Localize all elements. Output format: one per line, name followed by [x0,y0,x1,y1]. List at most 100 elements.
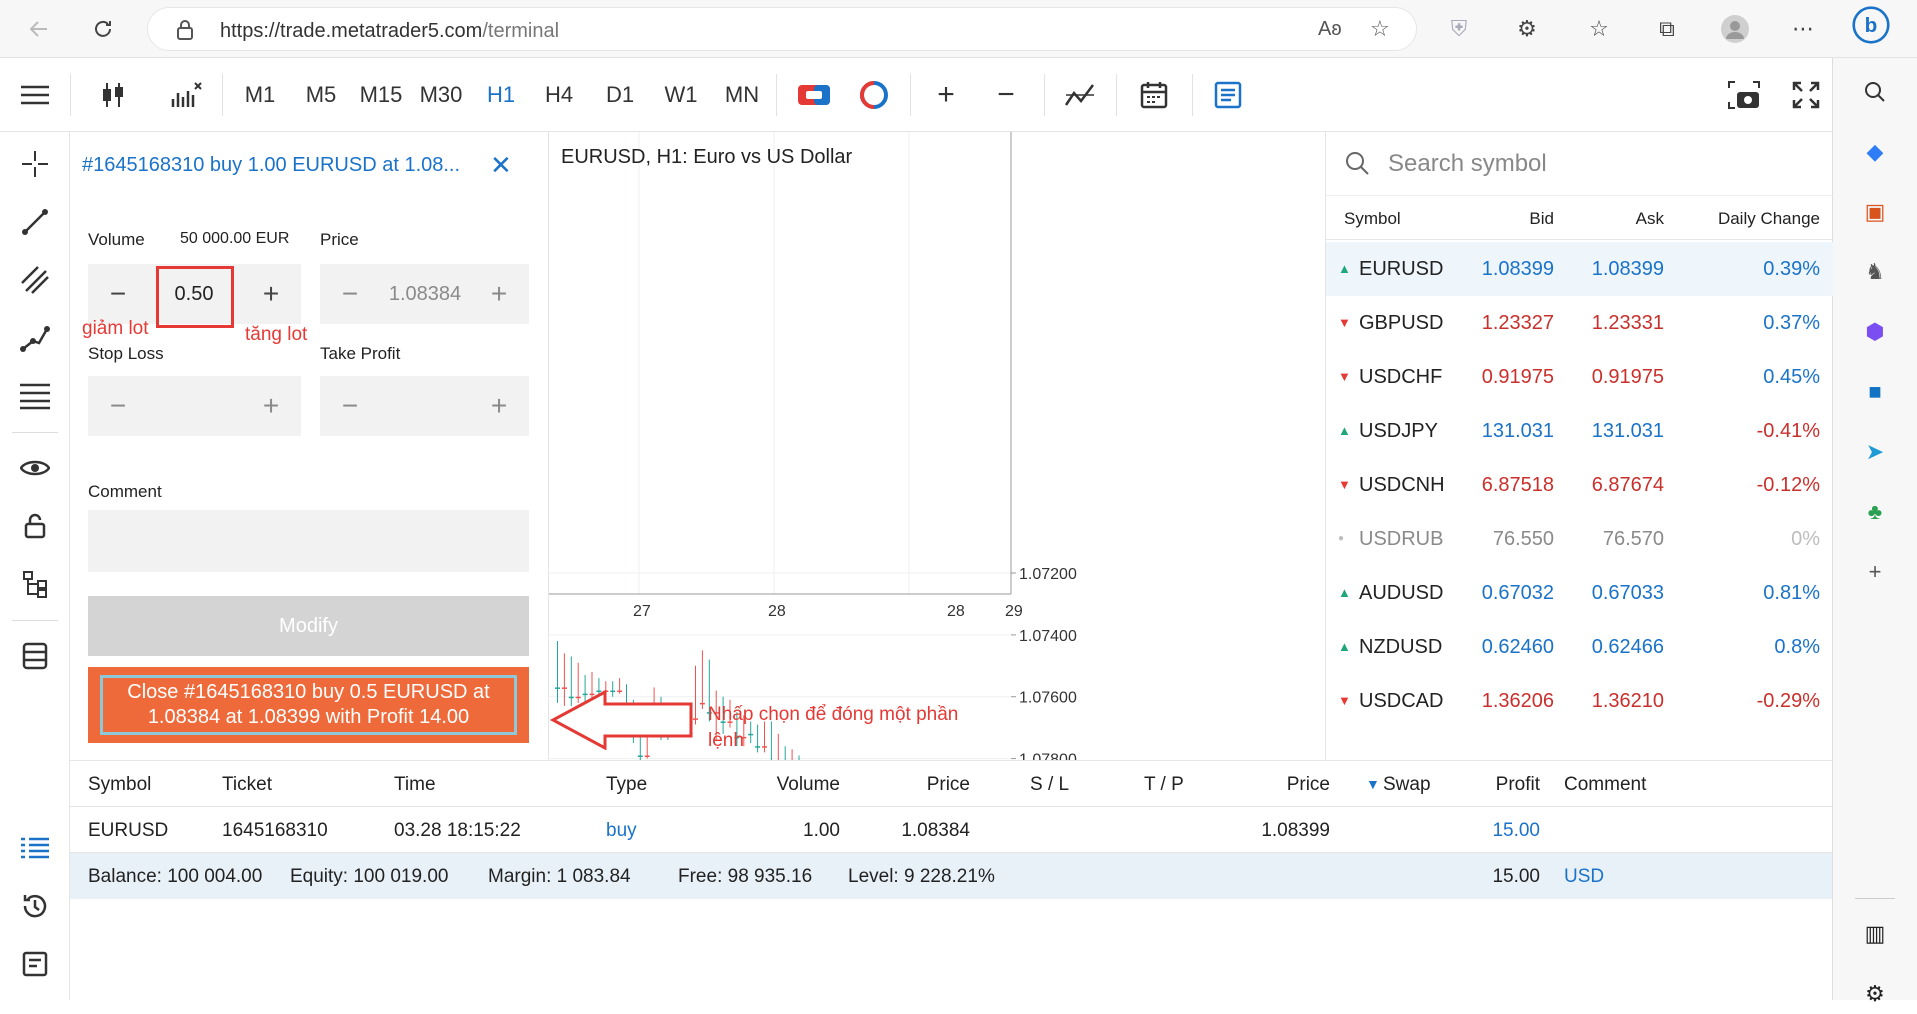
lock-drawings-icon[interactable] [13,504,57,548]
take-profit-increase-button[interactable]: + [469,376,529,436]
tree-icon[interactable]: ♣ [1855,492,1895,532]
lock-icon[interactable] [176,19,194,46]
collections-icon[interactable]: ⧉ [1648,10,1686,48]
add-icon[interactable]: + [1855,552,1895,592]
outlook-icon[interactable]: ■ [1855,372,1895,412]
extensions-icon[interactable]: ⚙ [1508,10,1546,48]
refresh-icon[interactable] [84,10,122,48]
read-aloud-icon[interactable]: Aʚ [1318,18,1342,41]
journal-icon[interactable] [13,942,57,986]
col-volume[interactable]: Volume [760,774,840,796]
trade-list-icon[interactable] [13,826,57,870]
col-time[interactable]: Time [394,774,436,796]
games-icon[interactable]: ♞ [1855,252,1895,292]
comment-input[interactable] [88,510,529,572]
fibonacci-icon[interactable] [13,374,57,418]
sidebar-toggle-icon[interactable]: ▥ [1855,914,1895,954]
crosshair-icon[interactable] [13,142,57,186]
theme-toggle-icon[interactable] [852,74,896,116]
tools-icon[interactable]: ▣ [1855,192,1895,232]
col-swap[interactable]: Swap [1383,774,1431,796]
zoom-in-icon[interactable]: + [924,74,968,116]
col-current-price[interactable]: Price [1250,774,1330,796]
price-increase-button[interactable]: + [469,264,529,324]
send-icon[interactable]: ➤ [1855,432,1895,472]
draw-tools-icon[interactable] [1058,74,1102,116]
calendar-icon[interactable] [1132,74,1176,116]
search-icon[interactable] [1855,72,1895,112]
more-menu-icon[interactable]: ⋯ [1784,10,1822,48]
trendline-icon[interactable] [13,200,57,244]
shield-icon[interactable]: ⛨ [1440,10,1478,48]
col-symbol[interactable]: Symbol [1344,209,1401,229]
indicators-icon[interactable] [164,74,210,116]
pos-symbol: EURUSD [88,820,169,841]
timeframe-w1[interactable]: W1 [662,74,700,116]
price-chart[interactable]: 1.086001.082001.080001.078001.076001.074… [549,132,1325,1014]
col-comment[interactable]: Comment [1564,774,1646,796]
channel-icon[interactable] [13,258,57,302]
close-position-button[interactable]: Close #1645168310 buy 0.5 EURUSD at 1.08… [88,667,529,743]
col-ticket[interactable]: Ticket [222,774,272,796]
col-tp[interactable]: T / P [1144,774,1184,796]
search-input[interactable] [1388,148,1788,180]
col-sl[interactable]: S / L [1030,774,1069,796]
symbol-row-usdcnh[interactable]: ▼ USDCNH 6.87518 6.87674 -0.12% [1326,458,1833,512]
col-price[interactable]: Price [890,774,970,796]
hamburger-menu-icon[interactable] [14,74,56,116]
sort-desc-icon[interactable]: ▼ [1366,776,1380,792]
symbol-row-usdjpy[interactable]: ▲ USDJPY 131.031 131.031 -0.41% [1326,404,1833,458]
timeframe-h4[interactable]: H4 [542,74,576,116]
back-icon[interactable] [20,10,58,48]
timeframe-m15[interactable]: M15 [358,74,404,116]
eye-icon[interactable] [13,446,57,490]
volume-decrease-button[interactable]: − [88,264,148,324]
database-icon[interactable] [13,634,57,678]
fullscreen-icon[interactable] [1784,74,1828,116]
office-icon[interactable]: ⬢ [1855,312,1895,352]
one-click-trading-icon[interactable] [792,74,836,116]
symbol-row-usdchf[interactable]: ▼ USDCHF 0.91975 0.91975 0.45% [1326,350,1833,404]
bing-icon[interactable]: b [1852,6,1890,44]
timeframe-m5[interactable]: M5 [302,74,340,116]
price-input[interactable]: 1.08384 [370,264,480,324]
timeframe-d1[interactable]: D1 [602,74,638,116]
timeframe-h1[interactable]: H1 [484,74,518,116]
shopping-tag-icon[interactable]: ◆ [1855,132,1895,172]
pitchfork-icon[interactable] [13,316,57,360]
timeframe-m30[interactable]: M30 [416,74,466,116]
col-type[interactable]: Type [606,774,647,796]
add-favorite-icon[interactable]: ☆ [1370,16,1390,42]
take-profit-decrease-button[interactable]: − [320,376,380,436]
col-profit[interactable]: Profit [1470,774,1540,796]
col-ask[interactable]: Ask [1564,209,1664,229]
symbol-row-usdrub[interactable]: ● USDRUB 76.550 76.570 0% [1326,512,1833,566]
order-ticket-icon[interactable] [1206,74,1250,116]
symbol-row-eurusd[interactable]: ▲ EURUSD 1.08399 1.08399 0.39% [1326,242,1833,296]
stop-loss-increase-button[interactable]: + [241,376,301,436]
object-tree-icon[interactable] [13,562,57,606]
screenshot-icon[interactable] [1722,74,1766,116]
volume-increase-button[interactable]: + [241,264,301,324]
col-bid[interactable]: Bid [1454,209,1554,229]
symbol-row-gbpusd[interactable]: ▼ GBPUSD 1.23327 1.23331 0.37% [1326,296,1833,350]
history-icon[interactable] [13,884,57,928]
timeframe-mn[interactable]: MN [722,74,762,116]
profile-avatar[interactable] [1716,10,1754,48]
zoom-out-icon[interactable]: − [984,74,1028,116]
candlestick-chart-icon[interactable] [92,74,134,116]
position-row[interactable]: EURUSD 1645168310 03.28 18:15:22 buy 1.0… [70,807,1832,853]
close-panel-icon[interactable]: ✕ [490,150,512,181]
timeframe-m1[interactable]: M1 [242,74,278,116]
symbol-row-usdcad[interactable]: ▼ USDCAD 1.36206 1.36210 -0.29% [1326,674,1833,728]
col-daily-change[interactable]: Daily Change [1670,209,1820,229]
modify-button[interactable]: Modify [88,596,529,656]
address-bar[interactable]: https://trade.metatrader5.com/terminal A… [147,7,1417,51]
col-symbol[interactable]: Symbol [88,774,151,796]
favorites-icon[interactable]: ☆ [1580,10,1618,48]
settings-gear-icon[interactable]: ⚙ [1855,974,1895,1014]
symbol-row-audusd[interactable]: ▲ AUDUSD 0.67032 0.67033 0.81% [1326,566,1833,620]
sidebar-divider [1855,898,1895,899]
symbol-row-nzdusd[interactable]: ▲ NZDUSD 0.62460 0.62466 0.8% [1326,620,1833,674]
stop-loss-decrease-button[interactable]: − [88,376,148,436]
